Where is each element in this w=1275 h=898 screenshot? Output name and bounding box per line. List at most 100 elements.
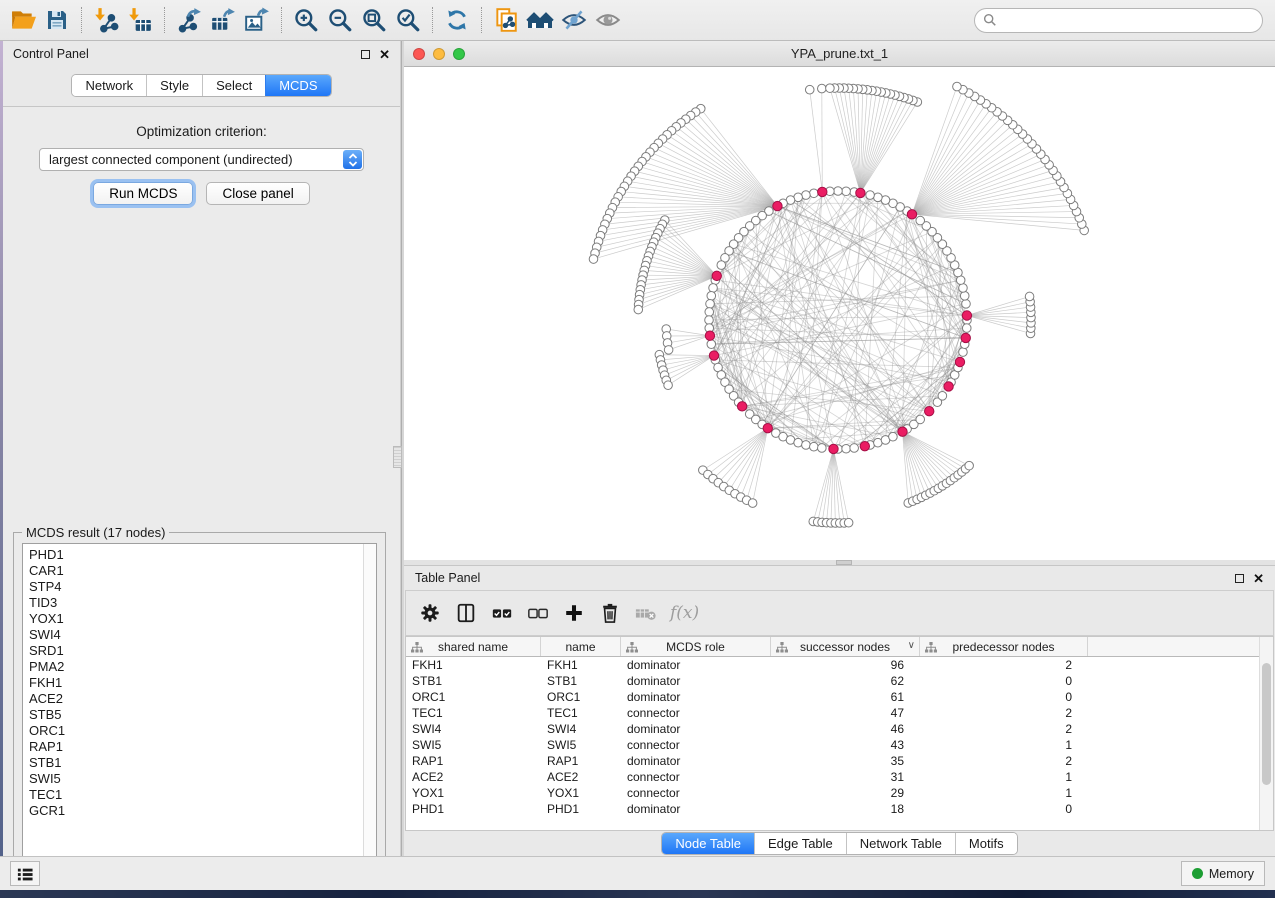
- table-cell[interactable]: 0: [920, 689, 1088, 705]
- save-session-button[interactable]: [40, 4, 74, 36]
- tab-style[interactable]: Style: [146, 75, 202, 96]
- table-cell[interactable]: SWI5: [406, 737, 541, 753]
- delete-columns-button[interactable]: [594, 597, 626, 629]
- graph-node[interactable]: [938, 392, 947, 401]
- table-cell[interactable]: PHD1: [541, 801, 621, 817]
- splitter-handle[interactable]: [836, 560, 852, 565]
- show-hide-panels-button[interactable]: [10, 861, 40, 886]
- graph-node[interactable]: [748, 499, 757, 508]
- graph-node[interactable]: [810, 442, 819, 451]
- graph-node[interactable]: [810, 189, 819, 198]
- graph-node[interactable]: [705, 316, 714, 325]
- table-cell[interactable]: ACE2: [406, 769, 541, 785]
- graph-node-dominator[interactable]: [962, 311, 971, 320]
- column-header-name[interactable]: name: [541, 637, 621, 656]
- column-header-shared-name[interactable]: shared name: [406, 637, 541, 656]
- graph-node[interactable]: [962, 300, 971, 309]
- graph-node[interactable]: [818, 444, 827, 453]
- table-cell[interactable]: 47: [771, 705, 920, 721]
- mcds-result-item[interactable]: STB5: [29, 707, 357, 723]
- graph-node-dominator[interactable]: [925, 407, 934, 416]
- graph-node-dominator[interactable]: [944, 382, 953, 391]
- tab-network-table[interactable]: Network Table: [846, 833, 955, 854]
- tab-network[interactable]: Network: [72, 75, 146, 96]
- graph-node-dominator[interactable]: [763, 423, 772, 432]
- table-cell[interactable]: dominator: [621, 801, 771, 817]
- table-cell[interactable]: 0: [920, 801, 1088, 817]
- hide-selected-button[interactable]: [557, 4, 591, 36]
- table-cell[interactable]: YOX1: [541, 785, 621, 801]
- table-row[interactable]: FKH1FKH1dominator962: [406, 657, 1273, 673]
- graph-node[interactable]: [874, 193, 883, 202]
- graph-node[interactable]: [794, 438, 803, 447]
- column-header-MCDS-role[interactable]: MCDS role: [621, 637, 771, 656]
- graph-node[interactable]: [842, 444, 851, 453]
- graph-node[interactable]: [634, 305, 643, 314]
- graph-node[interactable]: [802, 441, 811, 450]
- zoom-in-button[interactable]: [289, 4, 323, 36]
- table-cell[interactable]: 2: [920, 753, 1088, 769]
- graph-node-dominator[interactable]: [898, 427, 907, 436]
- table-row[interactable]: ORC1ORC1dominator610: [406, 689, 1273, 705]
- apply-layout-button[interactable]: [440, 4, 474, 36]
- mcds-result-item[interactable]: RAP1: [29, 739, 357, 755]
- table-cell[interactable]: 2: [920, 705, 1088, 721]
- table-cell[interactable]: TEC1: [406, 705, 541, 721]
- mcds-result-item[interactable]: FKH1: [29, 675, 357, 691]
- import-table-button[interactable]: [123, 4, 157, 36]
- graph-node-dominator[interactable]: [955, 357, 964, 366]
- table-cell[interactable]: 43: [771, 737, 920, 753]
- table-cell[interactable]: 35: [771, 753, 920, 769]
- graph-node-dominator[interactable]: [773, 201, 782, 210]
- graph-node[interactable]: [805, 85, 814, 94]
- mcds-result-item[interactable]: SWI4: [29, 627, 357, 643]
- first-neighbors-button[interactable]: [523, 4, 557, 36]
- zoom-fit-button[interactable]: [357, 4, 391, 36]
- mcds-result-item[interactable]: ACE2: [29, 691, 357, 707]
- close-panel-button[interactable]: Close panel: [206, 182, 309, 205]
- graph-node[interactable]: [707, 292, 716, 301]
- graph-node-dominator[interactable]: [705, 331, 714, 340]
- mcds-result-item[interactable]: YOX1: [29, 611, 357, 627]
- graph-node[interactable]: [959, 348, 968, 357]
- node-table[interactable]: shared namenameMCDS rolesuccessor nodes∨…: [405, 636, 1274, 831]
- table-cell[interactable]: 29: [771, 785, 920, 801]
- graph-node[interactable]: [818, 84, 827, 93]
- graph-node[interactable]: [802, 191, 811, 200]
- network-graph[interactable]: [404, 67, 1275, 560]
- table-row[interactable]: TEC1TEC1connector472: [406, 705, 1273, 721]
- table-cell[interactable]: connector: [621, 769, 771, 785]
- table-cell[interactable]: STB1: [541, 673, 621, 689]
- export-table-button[interactable]: [206, 4, 240, 36]
- table-row[interactable]: STB1STB1dominator620: [406, 673, 1273, 689]
- table-cell[interactable]: connector: [621, 737, 771, 753]
- mcds-result-item[interactable]: ORC1: [29, 723, 357, 739]
- graph-node[interactable]: [965, 461, 974, 470]
- graph-node[interactable]: [960, 292, 969, 301]
- network-window-titlebar[interactable]: YPA_prune.txt_1: [404, 41, 1275, 67]
- memory-button[interactable]: Memory: [1181, 861, 1265, 886]
- run-mcds-button[interactable]: Run MCDS: [93, 182, 193, 205]
- graph-node[interactable]: [916, 216, 925, 225]
- table-cell[interactable]: dominator: [621, 721, 771, 737]
- table-row[interactable]: YOX1YOX1connector291: [406, 785, 1273, 801]
- graph-node[interactable]: [850, 444, 859, 453]
- table-row[interactable]: SWI4SWI4dominator462: [406, 721, 1273, 737]
- show-column-panel-button[interactable]: [450, 597, 482, 629]
- graph-node[interactable]: [664, 346, 673, 355]
- table-cell[interactable]: dominator: [621, 689, 771, 705]
- mcds-result-item[interactable]: TID3: [29, 595, 357, 611]
- table-cell[interactable]: PHD1: [406, 801, 541, 817]
- graph-node[interactable]: [707, 340, 716, 349]
- table-cell[interactable]: connector: [621, 705, 771, 721]
- table-cell[interactable]: ORC1: [406, 689, 541, 705]
- table-cell[interactable]: dominator: [621, 657, 771, 673]
- graph-node[interactable]: [953, 82, 962, 91]
- show-all-button[interactable]: [591, 4, 625, 36]
- table-cell[interactable]: 31: [771, 769, 920, 785]
- zoom-selected-button[interactable]: [391, 4, 425, 36]
- table-cell[interactable]: 96: [771, 657, 920, 673]
- tab-motifs[interactable]: Motifs: [955, 833, 1017, 854]
- table-cell[interactable]: SWI4: [406, 721, 541, 737]
- table-cell[interactable]: 2: [920, 657, 1088, 673]
